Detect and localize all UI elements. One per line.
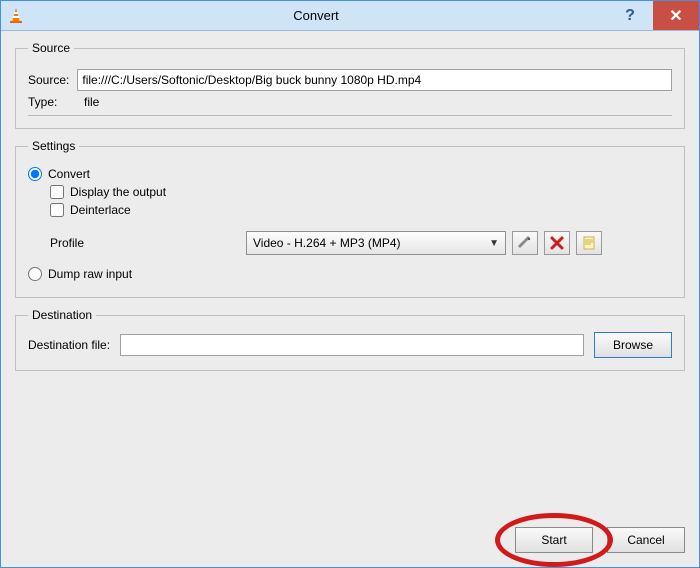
window-title: Convert: [25, 8, 607, 23]
profile-selected-value: Video - H.264 + MP3 (MP4): [253, 236, 401, 250]
start-button[interactable]: Start: [515, 527, 593, 553]
type-label: Type:: [28, 95, 74, 109]
deinterlace-checkbox[interactable]: Deinterlace: [50, 203, 672, 217]
convert-dialog: Convert ? ✕ Source Source: Type: file Se…: [0, 0, 700, 568]
dump-raw-label: Dump raw input: [48, 267, 132, 281]
edit-profile-button[interactable]: [512, 231, 538, 255]
help-button[interactable]: ?: [607, 1, 653, 30]
close-button[interactable]: ✕: [653, 1, 699, 30]
source-input[interactable]: [77, 69, 672, 91]
settings-group: Settings Convert Display the output Dein…: [15, 139, 685, 298]
dialog-body: Source Source: Type: file Settings Conve…: [1, 31, 699, 519]
display-output-checkbox-input[interactable]: [50, 185, 64, 199]
close-icon: ✕: [669, 6, 682, 26]
dump-raw-radio-input[interactable]: [28, 267, 42, 281]
titlebar: Convert ? ✕: [1, 1, 699, 31]
deinterlace-label: Deinterlace: [70, 203, 131, 217]
destination-file-input[interactable]: [120, 334, 584, 356]
profile-label: Profile: [50, 236, 240, 250]
destination-file-label: Destination file:: [28, 338, 110, 352]
convert-radio-label: Convert: [48, 167, 90, 181]
destination-group: Destination Destination file: Browse: [15, 308, 685, 371]
source-legend: Source: [28, 41, 74, 55]
titlebar-buttons: ? ✕: [607, 1, 699, 30]
type-value: file: [82, 95, 99, 109]
vlc-cone-icon: [7, 7, 25, 25]
convert-radio[interactable]: Convert: [28, 167, 672, 181]
cancel-button[interactable]: Cancel: [607, 527, 685, 553]
source-label: Source:: [28, 73, 69, 87]
wrench-icon: [517, 235, 533, 251]
chevron-down-icon: ▼: [489, 238, 499, 249]
delete-profile-button[interactable]: [544, 231, 570, 255]
browse-button[interactable]: Browse: [594, 332, 672, 358]
display-output-label: Display the output: [70, 185, 166, 199]
convert-radio-input[interactable]: [28, 167, 42, 181]
destination-legend: Destination: [28, 308, 96, 322]
profile-select[interactable]: Video - H.264 + MP3 (MP4) ▼: [246, 231, 506, 255]
new-document-icon: [581, 235, 597, 251]
source-group: Source Source: Type: file: [15, 41, 685, 129]
dump-raw-radio[interactable]: Dump raw input: [28, 267, 672, 281]
settings-legend: Settings: [28, 139, 79, 153]
source-divider: [28, 115, 672, 116]
new-profile-button[interactable]: [576, 231, 602, 255]
dialog-footer: Start Cancel: [1, 519, 699, 567]
delete-x-icon: [549, 235, 565, 251]
display-output-checkbox[interactable]: Display the output: [50, 185, 672, 199]
deinterlace-checkbox-input[interactable]: [50, 203, 64, 217]
